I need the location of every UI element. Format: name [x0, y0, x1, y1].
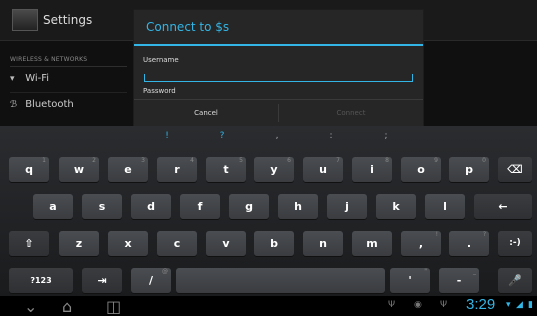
key-c[interactable]: c: [157, 231, 197, 256]
usb-icon-2: Ψ: [440, 300, 448, 310]
dialog-title: Connect to $s: [146, 20, 230, 34]
recent-apps-icon[interactable]: ◫: [106, 297, 121, 316]
key-period[interactable]: .?: [449, 231, 489, 256]
symbols-key[interactable]: ?123: [9, 268, 73, 293]
suggestion-colon[interactable]: :: [324, 131, 338, 141]
key-j[interactable]: j: [327, 194, 367, 219]
key-g[interactable]: g: [229, 194, 269, 219]
section-divider: [10, 66, 127, 67]
microphone-icon: 🎤: [508, 274, 522, 287]
suggestion-exclamation[interactable]: !: [160, 131, 174, 141]
space-key[interactable]: [176, 268, 385, 293]
key-v[interactable]: v: [206, 231, 246, 256]
android-debug-icon: ◉: [414, 300, 422, 310]
key-t[interactable]: t5: [206, 157, 246, 182]
clock: 3:29: [466, 296, 496, 313]
key-h[interactable]: h: [278, 194, 318, 219]
settings-item-label: Bluetooth: [25, 99, 74, 110]
key-s[interactable]: s: [82, 194, 122, 219]
username-label: Username: [143, 56, 179, 64]
cancel-button[interactable]: Cancel: [134, 100, 278, 126]
shift-key[interactable]: ⇧: [9, 231, 49, 256]
key-o[interactable]: o9: [401, 157, 441, 182]
key-w[interactable]: w2: [59, 157, 99, 182]
key-x[interactable]: x: [108, 231, 148, 256]
connect-button[interactable]: Connect: [279, 100, 423, 126]
suggestion-semicolon[interactable]: ;: [379, 131, 393, 141]
key-dash[interactable]: - _: [439, 268, 479, 293]
wifi-signal-icon: ▾: [506, 300, 511, 310]
key-i[interactable]: i8: [352, 157, 392, 182]
key-d[interactable]: d: [131, 194, 171, 219]
enter-key[interactable]: ←: [474, 194, 532, 219]
bluetooth-icon: ℬ: [10, 100, 18, 110]
tab-key[interactable]: ⇥: [82, 268, 122, 293]
key-m[interactable]: m: [352, 231, 392, 256]
key-a[interactable]: a: [33, 194, 73, 219]
row-divider: [10, 92, 127, 93]
home-icon[interactable]: ⌂: [62, 297, 72, 316]
key-q[interactable]: q1: [9, 157, 49, 182]
suggestion-question[interactable]: ?: [215, 131, 229, 141]
key-slash[interactable]: / @: [131, 268, 171, 293]
microphone-key[interactable]: 🎤: [498, 268, 532, 293]
battery-icon: ▮: [528, 300, 533, 310]
key-l[interactable]: l: [425, 194, 465, 219]
enter-icon: ←: [498, 200, 508, 213]
settings-item-wifi[interactable]: ▾ Wi-Fi: [10, 73, 49, 84]
dialog-title-divider: [134, 44, 423, 46]
section-header-wireless: WIRELESS & NETWORKS: [10, 56, 88, 63]
page-title: Settings: [43, 13, 93, 27]
suggestion-comma[interactable]: ,: [270, 131, 284, 141]
back-icon[interactable]: ⌄: [24, 297, 37, 316]
shift-icon: ⇧: [24, 237, 34, 250]
key-r[interactable]: r4: [157, 157, 197, 182]
suggestion-strip: ! ? , : ;: [0, 126, 537, 152]
key-z[interactable]: z: [59, 231, 99, 256]
username-field[interactable]: [144, 74, 413, 82]
key-n[interactable]: n: [303, 231, 343, 256]
tab-icon: ⇥: [97, 274, 107, 287]
system-nav-bar: ⌄ ⌂ ◫ Ψ ◉ Ψ 3:29 ▾ ◢ ▮: [0, 296, 537, 316]
key-f[interactable]: f: [180, 194, 220, 219]
settings-app-icon[interactable]: [12, 9, 38, 31]
key-e[interactable]: e3: [108, 157, 148, 182]
key-apostrophe[interactable]: ' ": [390, 268, 430, 293]
backspace-icon: ⌫: [507, 163, 523, 176]
settings-item-bluetooth[interactable]: ℬ Bluetooth: [10, 99, 74, 110]
usb-icon: Ψ: [388, 300, 396, 310]
smiley-key[interactable]: :-): [498, 231, 532, 256]
soft-keyboard: ! ? , : ; q1 w2 e3 r4 t5 y6 u7 i8 o9 p0 …: [0, 126, 537, 296]
settings-item-label: Wi-Fi: [25, 73, 50, 84]
connect-dialog: Connect to $s Username Password Cancel C…: [133, 9, 424, 127]
key-b[interactable]: b: [254, 231, 294, 256]
wifi-icon: ▾: [10, 74, 15, 84]
backspace-key[interactable]: ⌫: [498, 157, 532, 182]
key-u[interactable]: u7: [303, 157, 343, 182]
key-y[interactable]: y6: [254, 157, 294, 182]
cell-signal-icon: ◢: [516, 300, 523, 310]
key-p[interactable]: p0: [449, 157, 489, 182]
password-label: Password: [143, 87, 176, 95]
key-comma[interactable]: ,!: [401, 231, 441, 256]
key-k[interactable]: k: [376, 194, 416, 219]
